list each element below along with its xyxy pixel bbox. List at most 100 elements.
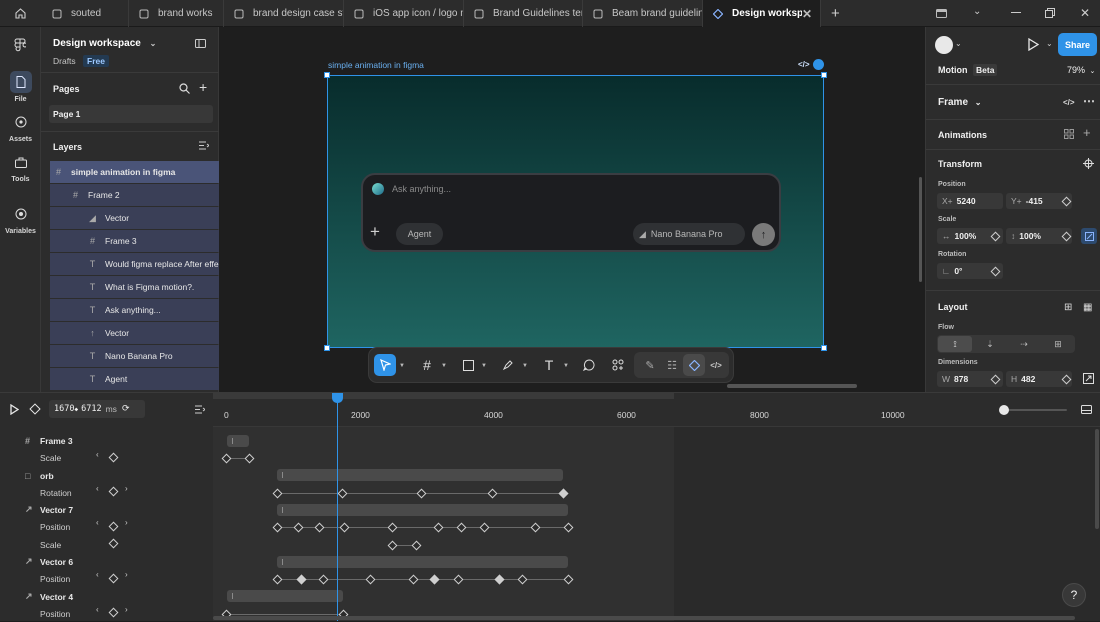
ask-box[interactable]: Ask anything... + Agent ◢ Nano Banana Pr… (361, 173, 781, 252)
track-row[interactable]: Position (0, 518, 213, 535)
play-icon[interactable] (1028, 38, 1039, 51)
motion-tool-button[interactable] (683, 354, 705, 376)
layer-row[interactable]: ↑ Vector (50, 322, 219, 344)
search-icon[interactable] (179, 83, 190, 94)
track-row[interactable]: ↗ Vector 6 (0, 553, 213, 570)
send-button[interactable]: ↑ (752, 223, 775, 246)
frame-label[interactable]: simple animation in figma (328, 60, 424, 70)
chevron-down-icon[interactable]: ▼ (522, 363, 528, 369)
canvas[interactable]: simple animation in figma </> Ask anythi… (219, 27, 925, 392)
auto-layout-icon[interactable]: ⊞ (1064, 302, 1072, 313)
keyframe-bar[interactable] (227, 590, 343, 602)
agent-button[interactable]: Agent (396, 223, 443, 245)
avatar[interactable] (935, 36, 953, 54)
rectangle-tool-button[interactable] (457, 354, 479, 376)
share-button[interactable]: Share (1058, 33, 1097, 56)
more-options-icon[interactable]: ⋯ (1083, 94, 1095, 108)
code-icon[interactable]: </> (1063, 98, 1075, 107)
tab-brand-works[interactable]: brand works (129, 0, 224, 27)
time-readout[interactable]: 1670 ◆ 6712 ms ⟳ (49, 400, 145, 418)
chevron-left-icon[interactable]: ‹ (96, 518, 99, 527)
help-button[interactable]: ? (1062, 583, 1086, 607)
target-icon[interactable] (1083, 158, 1094, 169)
layer-row[interactable]: # Frame 3 (50, 230, 219, 252)
frame-tool-button[interactable]: # (416, 354, 438, 376)
resize-to-fit-icon[interactable] (1083, 373, 1094, 384)
resize-handle[interactable] (324, 345, 330, 351)
slides-tool-button[interactable]: ☷ (661, 354, 683, 376)
layer-row[interactable]: T Ask anything... (50, 299, 219, 321)
pen-tool-button[interactable] (497, 354, 519, 376)
layer-row[interactable]: T What is Figma motion?. (50, 276, 219, 298)
track-row[interactable]: # Frame 3 (0, 432, 213, 449)
home-icon[interactable] (14, 7, 27, 20)
chevron-right-icon[interactable]: › (125, 605, 128, 614)
chevron-down-icon[interactable]: ▼ (441, 363, 447, 369)
sidebar-toggle-icon[interactable] (195, 39, 206, 48)
zoom-dropdown[interactable]: 79% ⌄ (1067, 65, 1095, 75)
chevron-down-icon[interactable]: ⌄ (1046, 39, 1053, 48)
page-item[interactable]: Page 1 (49, 105, 213, 123)
panel-collapse-icon[interactable] (1081, 405, 1092, 414)
rail-tools[interactable]: Tools (0, 151, 41, 183)
keyframe-bar[interactable] (277, 556, 568, 568)
keyframe-bar[interactable] (227, 435, 249, 447)
rail-variables[interactable]: Variables (0, 203, 41, 235)
model-button[interactable]: ◢ Nano Banana Pro (633, 223, 745, 245)
dev-mode-button[interactable]: </> (705, 354, 727, 376)
chevron-down-icon[interactable]: ⌄ (955, 39, 962, 48)
resize-handle[interactable] (324, 72, 330, 78)
flow-freeform-button[interactable]: ⟟ (938, 336, 972, 352)
chevron-left-icon[interactable]: ‹ (96, 484, 99, 493)
resize-handle[interactable] (821, 345, 827, 351)
flow-horizontal-button[interactable]: ⇢ (1007, 336, 1041, 352)
add-animation-plus-icon[interactable]: + (1083, 125, 1091, 140)
add-page-plus-icon[interactable]: + (199, 79, 207, 95)
play-icon[interactable] (10, 404, 19, 415)
chevron-right-icon[interactable]: › (125, 518, 128, 527)
chevron-down-icon[interactable]: ▼ (481, 363, 487, 369)
timeline-tracks[interactable]: 0 2000 4000 6000 8000 10000 ? (213, 393, 1100, 621)
tab-brand-design-case[interactable]: brand design case stu (224, 0, 344, 27)
flow-vertical-button[interactable]: ⇣ (973, 336, 1007, 352)
chevron-down-icon[interactable]: ⌄ (973, 6, 981, 17)
canvas-vertical-scrollbar[interactable] (919, 177, 922, 282)
move-tool-button[interactable] (374, 354, 396, 376)
animation-frame[interactable]: Ask anything... + Agent ◢ Nano Banana Pr… (327, 75, 824, 348)
chevron-down-icon[interactable]: ▼ (399, 363, 405, 369)
track-row[interactable]: Position (0, 570, 213, 587)
chevron-right-icon[interactable]: › (125, 484, 128, 493)
keyframe-diamond-icon[interactable] (29, 403, 41, 415)
loop-icon[interactable]: ⟳ (122, 404, 130, 414)
timeline-horizontal-scrollbar[interactable] (213, 616, 1075, 620)
track-row[interactable]: □ orb (0, 467, 213, 484)
draw-tool-button[interactable]: ✎ (639, 354, 661, 376)
new-tab-plus-icon[interactable]: + (831, 5, 840, 22)
layer-row[interactable]: ◢ Vector (50, 207, 219, 229)
flow-grid-button[interactable]: ⊞ (1041, 336, 1075, 352)
ask-input[interactable]: Ask anything... (392, 184, 451, 194)
track-row[interactable]: Scale (0, 449, 213, 466)
file-title[interactable]: Design workspace ⌄ (53, 38, 156, 49)
panel-toggle-icon[interactable] (936, 8, 947, 19)
tab-souted[interactable]: souted (42, 0, 129, 27)
maximize-icon[interactable] (1045, 8, 1055, 18)
playhead-handle[interactable] (332, 393, 343, 403)
list-filter-icon[interactable] (195, 405, 205, 414)
tab-beam-brand[interactable]: Beam brand guideline (583, 0, 703, 27)
chevron-left-icon[interactable]: ‹ (96, 605, 99, 614)
keyframe-bar[interactable] (277, 504, 568, 516)
track-row[interactable]: ↗ Vector 7 (0, 501, 213, 518)
track-row[interactable]: ↗ Vector 4 (0, 588, 213, 605)
tab-brand-guidelines[interactable]: Brand Guidelines temp (464, 0, 583, 27)
text-tool-button[interactable]: T (538, 354, 560, 376)
tab-design-workspace[interactable]: Design workspace ✕ (703, 0, 821, 27)
track-row[interactable]: Position (0, 605, 213, 622)
minimize-icon[interactable] (1011, 12, 1021, 13)
layer-row[interactable]: T Nano Banana Pro (50, 345, 219, 367)
close-icon[interactable]: ✕ (802, 7, 812, 21)
zoom-slider-thumb[interactable] (999, 405, 1009, 415)
code-icon[interactable]: </> (798, 60, 810, 69)
rail-assets[interactable]: Assets (0, 111, 41, 143)
chevron-right-icon[interactable]: › (125, 570, 128, 579)
